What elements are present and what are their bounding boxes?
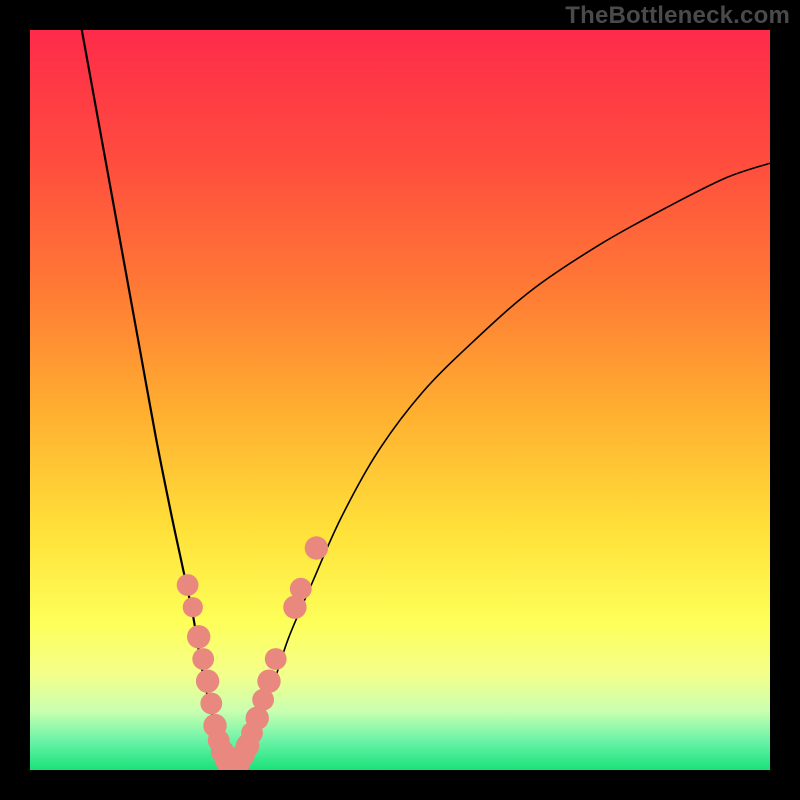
- chart-frame: TheBottleneck.com: [0, 0, 800, 800]
- data-marker: [187, 625, 210, 648]
- data-marker: [257, 670, 280, 693]
- data-marker: [200, 693, 222, 715]
- plot-background: [30, 30, 770, 770]
- data-marker: [192, 648, 214, 670]
- data-marker: [183, 597, 203, 617]
- data-marker: [177, 574, 199, 596]
- data-marker: [305, 536, 328, 559]
- data-marker: [196, 670, 219, 693]
- data-marker: [290, 578, 312, 600]
- watermark-text: TheBottleneck.com: [565, 2, 790, 30]
- bottleneck-plot: [30, 30, 770, 770]
- data-marker: [265, 648, 287, 670]
